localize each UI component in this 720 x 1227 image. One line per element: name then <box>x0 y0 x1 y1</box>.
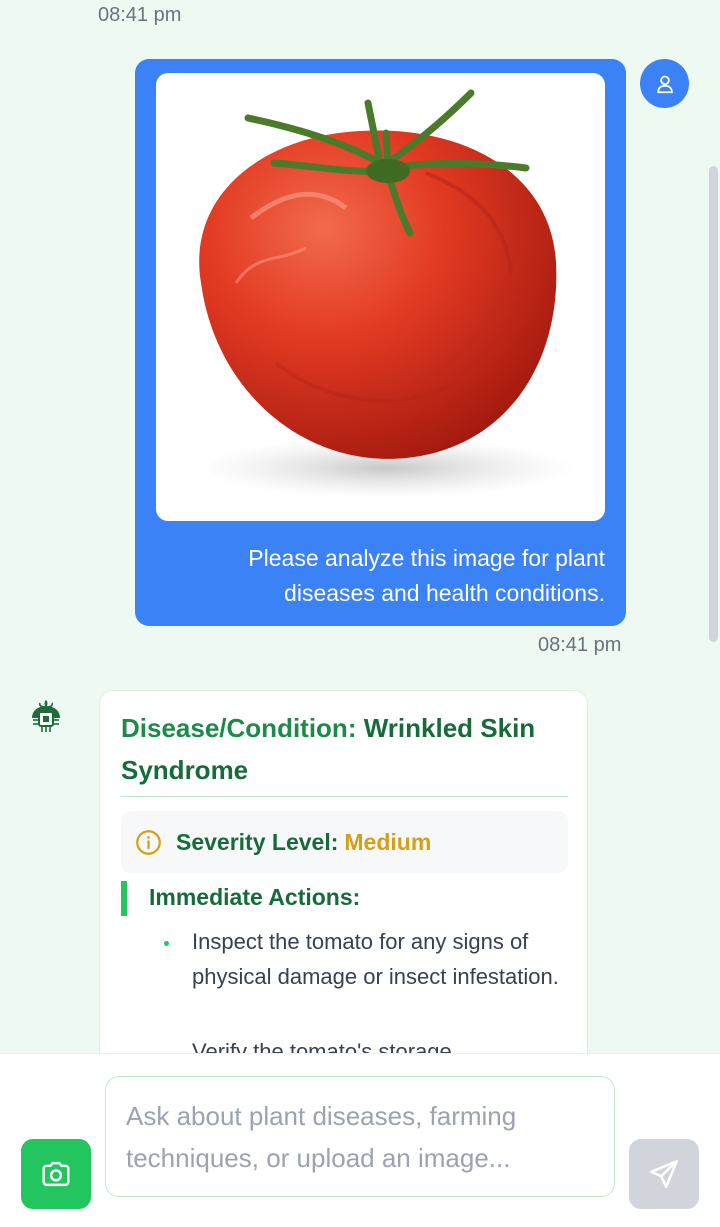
scrollbar[interactable] <box>709 166 718 642</box>
bot-avatar <box>28 696 64 736</box>
severity-box: Severity Level: Medium <box>121 811 568 873</box>
actions-heading: Immediate Actions: <box>149 884 361 910</box>
camera-button[interactable] <box>21 1139 91 1209</box>
user-message-text: Please analyze this image for plant dise… <box>248 545 605 606</box>
user-message-bubble: Please analyze this image for plant dise… <box>135 59 626 626</box>
chat-area: 08:41 pm Please analyze this image for p… <box>0 0 720 1053</box>
timestamp: 08:41 pm <box>98 4 182 26</box>
bot-message-card: Disease/Condition: Wrinkled Skin Syndrom… <box>99 690 588 1053</box>
divider <box>121 796 568 797</box>
diagnosis-title: Disease/Condition: Wrinkled Skin Syndrom… <box>121 707 571 791</box>
action-item: Verify the tomato's storage <box>192 1039 452 1053</box>
camera-icon <box>42 1161 70 1187</box>
diagnosis-label: Disease/Condition: <box>121 713 357 743</box>
tomato-image <box>196 89 576 498</box>
action-item: Inspect the tomato for any signs of phys… <box>192 929 559 989</box>
severity-value: Medium <box>344 828 432 855</box>
composer-bar <box>0 1053 720 1227</box>
message-input[interactable] <box>105 1076 615 1197</box>
send-icon <box>649 1159 679 1189</box>
info-icon <box>136 829 161 855</box>
severity-label: Severity Level: <box>176 828 339 855</box>
message-timestamp: 08:41 pm <box>538 634 622 656</box>
uploaded-image[interactable] <box>156 73 605 521</box>
section-accent-bar <box>121 881 127 916</box>
plant-chip-icon <box>32 700 60 732</box>
bullet-icon <box>164 941 169 946</box>
send-button[interactable] <box>629 1139 699 1209</box>
user-avatar <box>640 59 689 108</box>
user-icon <box>656 75 673 93</box>
